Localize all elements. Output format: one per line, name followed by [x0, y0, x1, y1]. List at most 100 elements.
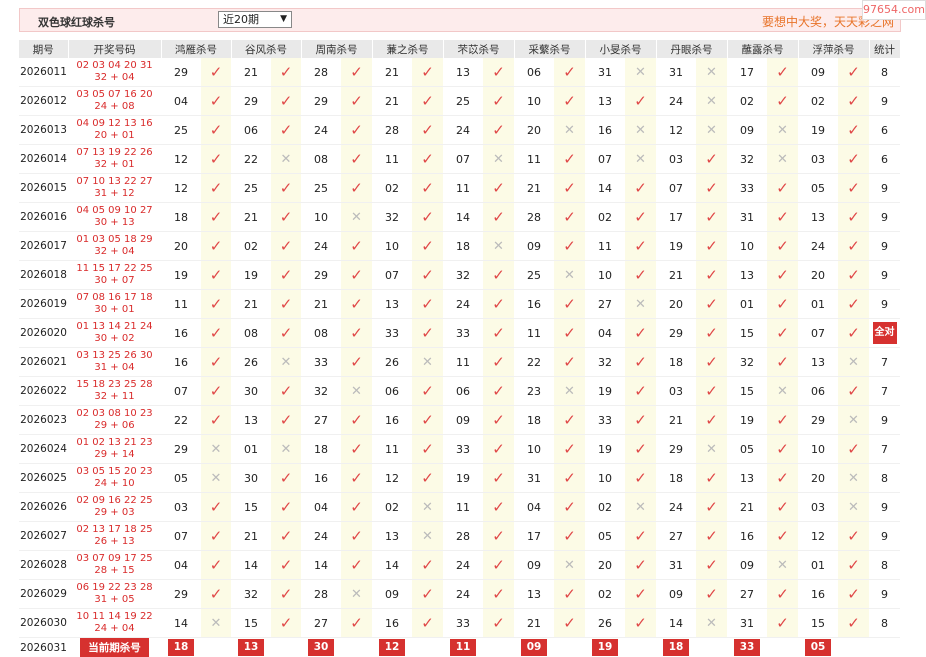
kill-number: 06: [514, 58, 554, 87]
check-icon: ✓: [341, 145, 372, 174]
draw-last-red-and-blue: 31 + 04: [68, 362, 161, 374]
check-icon: ✓: [625, 522, 656, 551]
check-icon: ✓: [483, 348, 514, 377]
kill-number: 25: [301, 174, 341, 203]
draw-numbers: 02 13 17 18 2526 + 13: [68, 522, 161, 551]
kill-number: 15: [798, 609, 838, 638]
stat-count: 9: [869, 406, 900, 435]
kill-number: 16: [161, 348, 201, 377]
kill-number: 24: [301, 232, 341, 261]
cross-icon: ✕: [696, 116, 727, 145]
kill-number: 08: [301, 319, 341, 348]
kill-number: 24: [301, 522, 341, 551]
check-icon: ✓: [696, 145, 727, 174]
period-select[interactable]: 近20期 ▼: [218, 11, 292, 28]
stat-count: 7: [869, 435, 900, 464]
check-icon: ✓: [341, 348, 372, 377]
kill-number: 29: [161, 580, 201, 609]
table-row: 202602215 18 23 25 2832 + 1107✓30✓32✕06✓…: [19, 377, 900, 406]
kill-number: 10: [585, 464, 625, 493]
kill-number: 15: [231, 493, 271, 522]
check-icon: ✓: [483, 58, 514, 87]
kill-number: 15: [727, 319, 767, 348]
check-icon: ✓: [554, 406, 585, 435]
kill-number: 20: [656, 290, 696, 319]
issue-number: 2026020: [19, 319, 68, 348]
kill-number: 13: [514, 580, 554, 609]
cross-icon: ✕: [767, 145, 798, 174]
current-issue-number: 2026031: [19, 638, 68, 657]
stat-count: 9: [869, 290, 900, 319]
check-icon: ✓: [696, 493, 727, 522]
table-row: 202601304 09 12 13 1620 + 0125✓06✓24✓28✓…: [19, 116, 900, 145]
kill-number: 11: [372, 145, 412, 174]
check-icon: ✓: [767, 203, 798, 232]
check-icon: ✓: [201, 522, 231, 551]
check-icon: ✓: [271, 406, 301, 435]
issue-number: 2026030: [19, 609, 68, 638]
kill-number: 08: [231, 319, 271, 348]
kill-number: 13: [798, 348, 838, 377]
kill-number: 21: [656, 406, 696, 435]
current-kill-label: 当前期杀号: [80, 638, 149, 657]
kill-number: 32: [727, 145, 767, 174]
cross-icon: ✕: [201, 464, 231, 493]
kill-number: 11: [585, 232, 625, 261]
kill-number: 14: [161, 609, 201, 638]
table-row: 202602702 13 17 18 2526 + 1307✓21✓24✓13✕…: [19, 522, 900, 551]
kill-number: 11: [443, 174, 483, 203]
draw-last-red-and-blue: 24 + 10: [68, 478, 161, 490]
check-icon: ✓: [696, 580, 727, 609]
table-row: 202601407 13 19 22 2632 + 0112✓22✕08✓11✓…: [19, 145, 900, 174]
kill-number: 10: [585, 261, 625, 290]
check-icon: ✓: [483, 290, 514, 319]
spacer-cell: [483, 638, 514, 657]
kill-number: 32: [443, 261, 483, 290]
cross-icon: ✕: [838, 464, 869, 493]
kill-number: 29: [656, 435, 696, 464]
kill-number: 03: [798, 493, 838, 522]
stat-count: 6: [869, 116, 900, 145]
check-icon: ✓: [271, 551, 301, 580]
stat-count: 8: [869, 609, 900, 638]
check-icon: ✓: [483, 580, 514, 609]
kill-number-table: 期号开奖号码鸿雁杀号谷风杀号周南杀号蒹之杀号芣苡杀号采蘩杀号小旻杀号丹眼杀号蘸露…: [19, 40, 901, 657]
check-icon: ✓: [483, 493, 514, 522]
cross-icon: ✕: [625, 290, 656, 319]
draw-numbers: 02 09 16 22 2529 + 03: [68, 493, 161, 522]
kill-number: 27: [656, 522, 696, 551]
check-icon: ✓: [412, 203, 443, 232]
table-row: 202601604 05 09 10 2730 + 1318✓21✓10✕32✓…: [19, 203, 900, 232]
draw-last-red-and-blue: 24 + 08: [68, 101, 161, 113]
check-icon: ✓: [341, 609, 372, 638]
draw-red-balls: 07 13 19 22 26: [68, 147, 161, 159]
spacer-cell: [696, 638, 727, 657]
period-select-value: 近20期: [223, 13, 259, 26]
kill-number: 11: [161, 290, 201, 319]
check-icon: ✓: [625, 580, 656, 609]
check-icon: ✓: [483, 435, 514, 464]
kill-number: 07: [656, 174, 696, 203]
issue-number: 2026018: [19, 261, 68, 290]
kill-number: 16: [514, 290, 554, 319]
check-icon: ✓: [838, 87, 869, 116]
spacer-cell: [201, 638, 231, 657]
table-row: 202601102 03 04 20 3132 + 0429✓21✓28✓21✓…: [19, 58, 900, 87]
kill-number: 09: [727, 116, 767, 145]
check-icon: ✓: [838, 116, 869, 145]
check-icon: ✓: [838, 290, 869, 319]
check-icon: ✓: [767, 435, 798, 464]
check-icon: ✓: [271, 116, 301, 145]
check-icon: ✓: [271, 232, 301, 261]
check-icon: ✓: [201, 348, 231, 377]
kill-number: 05: [161, 464, 201, 493]
kill-number: 14: [585, 174, 625, 203]
cross-icon: ✕: [838, 348, 869, 377]
kill-number: 31: [656, 551, 696, 580]
table-row: 202602103 13 25 26 3031 + 0416✓26✕33✓26✕…: [19, 348, 900, 377]
check-icon: ✓: [201, 145, 231, 174]
draw-numbers: 15 18 23 25 2832 + 11: [68, 377, 161, 406]
kill-number: 21: [231, 290, 271, 319]
kill-number: 06: [443, 377, 483, 406]
cross-icon: ✕: [341, 203, 372, 232]
